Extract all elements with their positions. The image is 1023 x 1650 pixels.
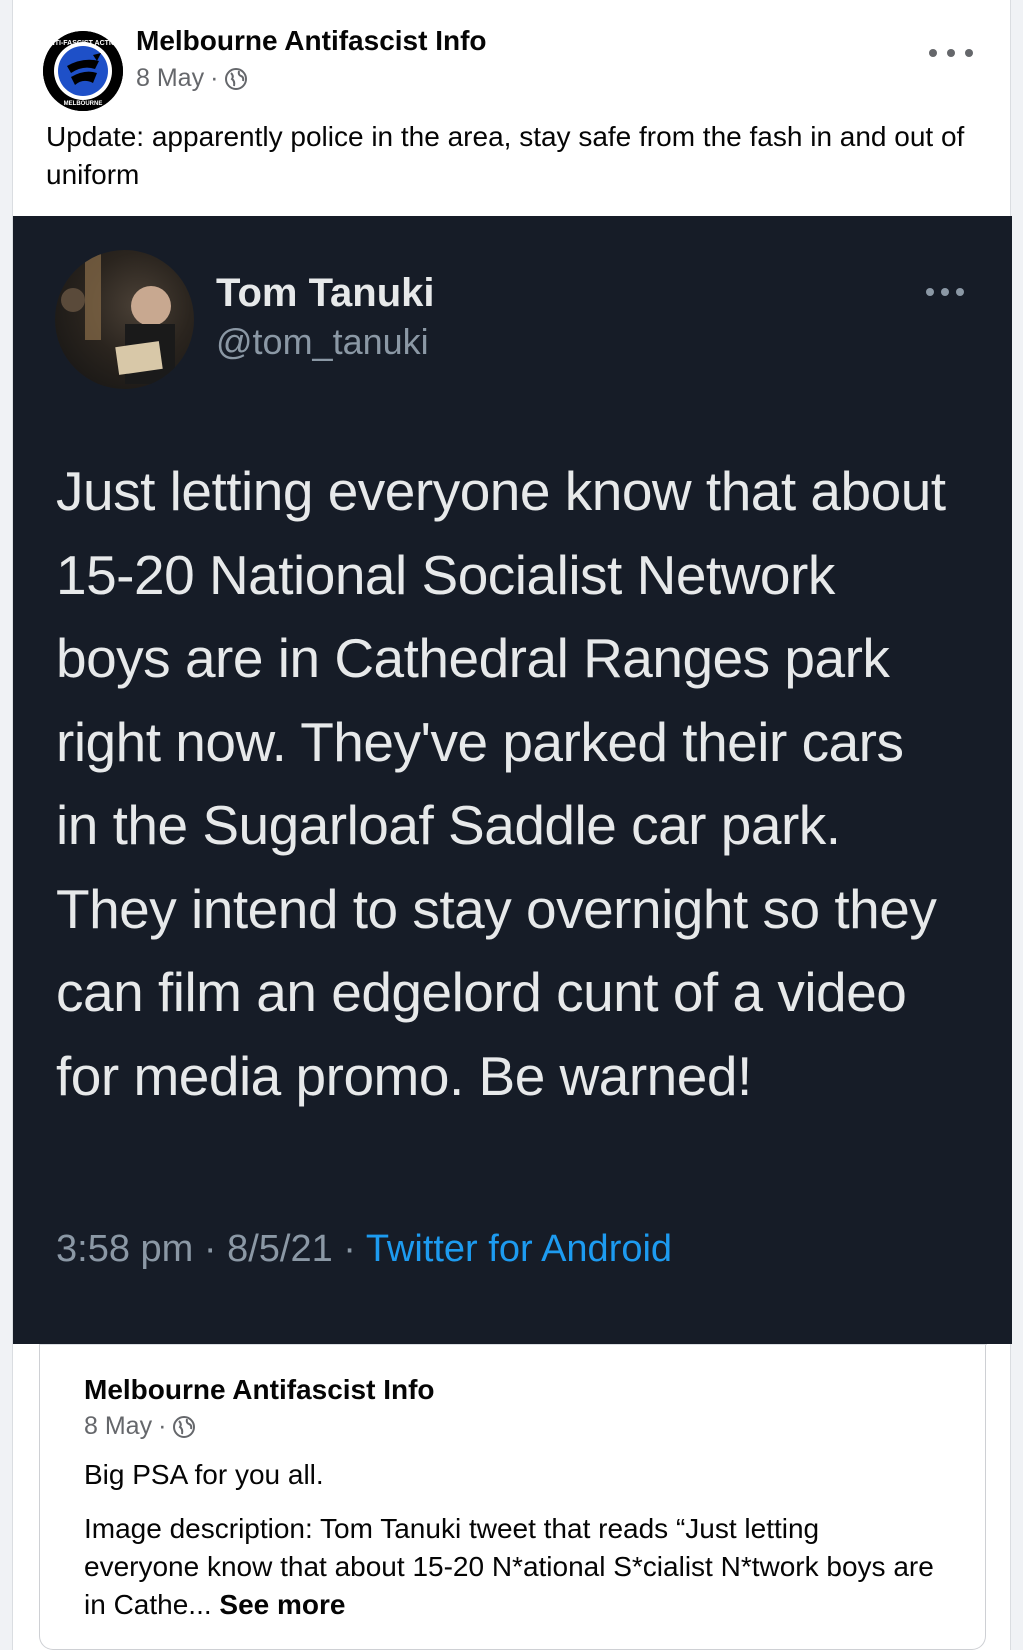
shared-post-description: Image description: Tom Tanuki tweet that… bbox=[84, 1510, 934, 1624]
logo-text-top: ANTI-FASCIST ACTION bbox=[45, 40, 122, 47]
logo-text-bottom: MELBOURNE bbox=[64, 101, 103, 107]
tweet-source: Twitter for Android bbox=[365, 1228, 673, 1270]
globe-icon bbox=[173, 1415, 196, 1438]
more-options-icon[interactable] bbox=[929, 46, 973, 60]
shared-post-date[interactable]: 8 May bbox=[84, 1412, 152, 1441]
divider bbox=[40, 1344, 987, 1345]
tweet-avatar bbox=[55, 250, 194, 389]
description-text: Image description: Tom Tanuki tweet that… bbox=[84, 1513, 934, 1620]
tweet-screenshot[interactable]: Tom Tanuki @tom_tanuki Just letting ever… bbox=[13, 216, 1012, 1344]
post-date[interactable]: 8 May bbox=[136, 64, 204, 93]
see-more-link[interactable]: See more bbox=[219, 1589, 345, 1620]
tweet-text: Just letting everyone know that about 15… bbox=[56, 460, 946, 1107]
antifa-logo: ANTI-FASCIST ACTION MELBOURNE bbox=[43, 31, 123, 111]
tweet-timestamp: 3:58 pm · 8/5/21 · bbox=[56, 1228, 366, 1270]
meta-separator: · bbox=[210, 64, 219, 92]
tweet-author-handle: @tom_tanuki bbox=[216, 321, 429, 362]
post-author[interactable]: Melbourne Antifascist Info bbox=[136, 25, 487, 57]
shared-post-text: Big PSA for you all. bbox=[84, 1459, 324, 1490]
tweet-author-name: Tom Tanuki bbox=[216, 271, 435, 315]
tweet-footer: 3:58 pm · 8/5/21 · Twitter for Android bbox=[56, 1228, 672, 1271]
page-avatar[interactable]: ANTI-FASCIST ACTION MELBOURNE bbox=[43, 31, 123, 111]
shared-post-meta: 8 May · bbox=[84, 1412, 196, 1441]
facebook-post-card: ANTI-FASCIST ACTION MELBOURNE Melbourne … bbox=[12, 0, 1012, 1650]
post-text: Update: apparently police in the area, s… bbox=[46, 121, 965, 190]
post-header: ANTI-FASCIST ACTION MELBOURNE Melbourne … bbox=[43, 22, 983, 111]
user-avatar bbox=[61, 250, 175, 384]
meta-separator: · bbox=[158, 1412, 167, 1440]
post-meta: 8 May · bbox=[136, 64, 248, 93]
tweet-more-icon bbox=[926, 288, 964, 298]
shared-post-preview[interactable]: Melbourne Antifascist Info 8 May · Big P… bbox=[39, 1344, 987, 1650]
shared-post-author[interactable]: Melbourne Antifascist Info bbox=[84, 1374, 435, 1406]
globe-icon bbox=[225, 67, 248, 90]
